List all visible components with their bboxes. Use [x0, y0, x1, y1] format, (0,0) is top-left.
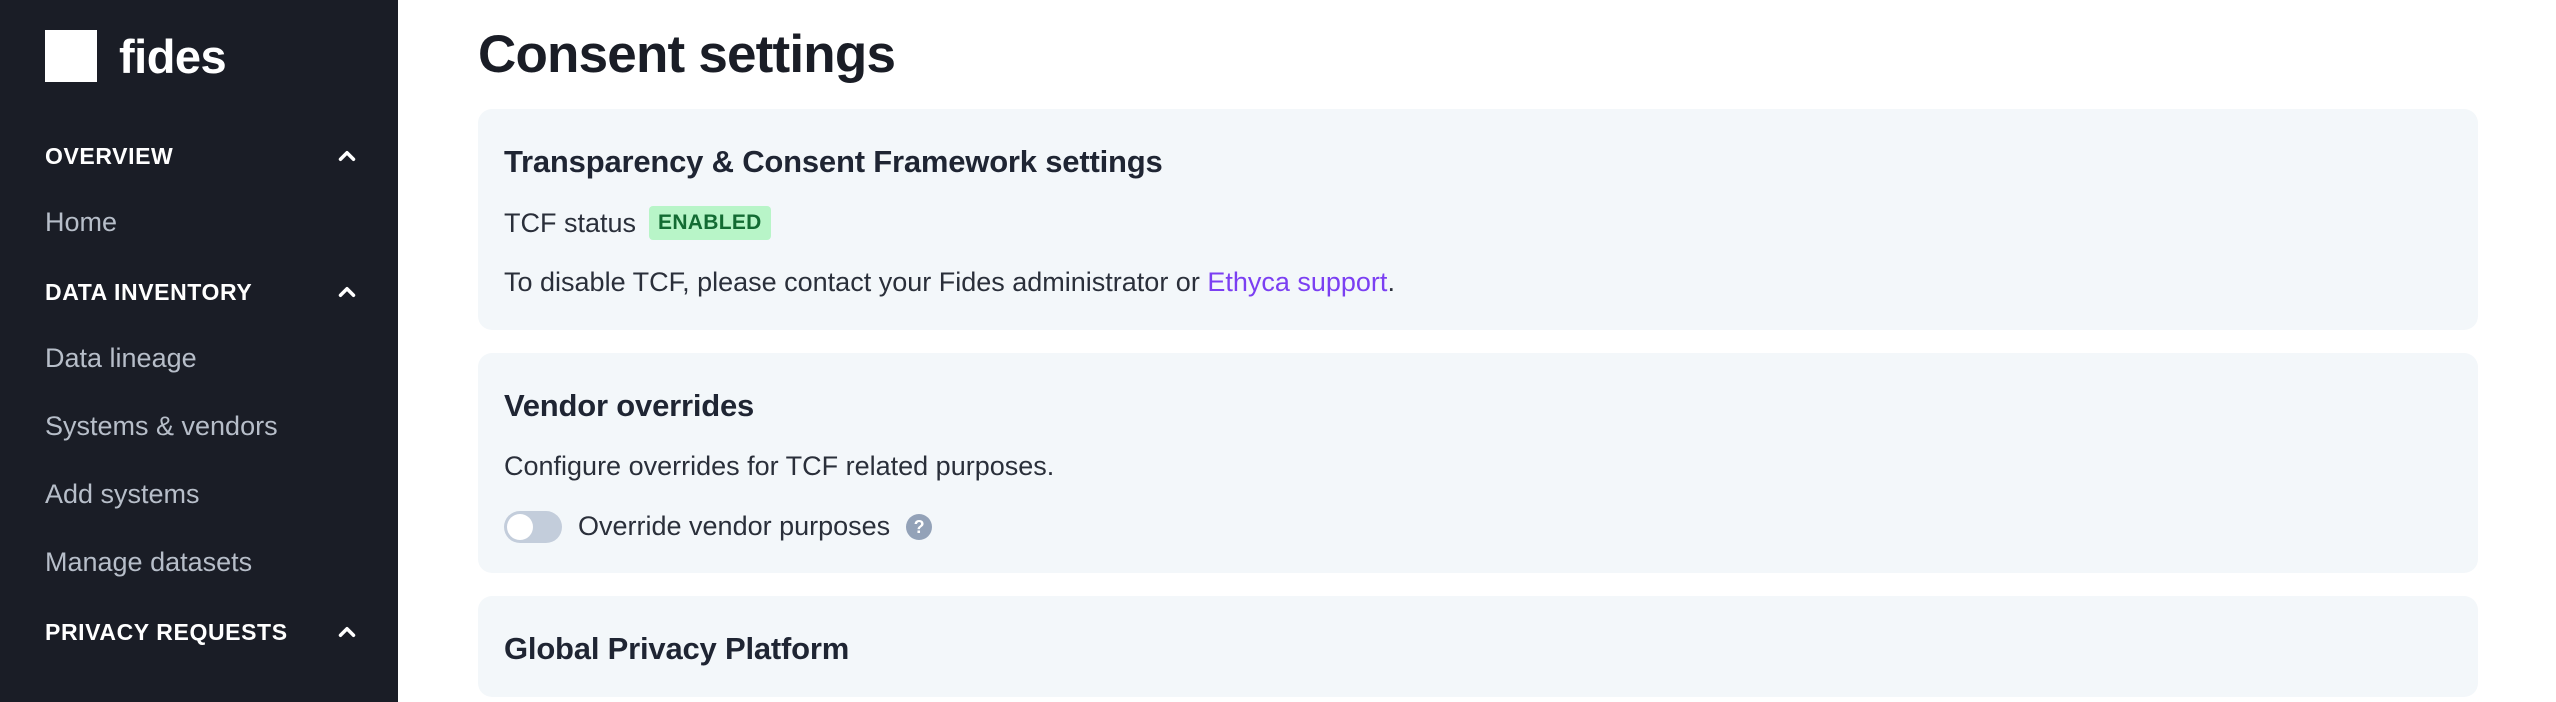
sidebar-item-label: Home [45, 206, 118, 237]
ethyca-support-link[interactable]: Ethyca support [1207, 267, 1387, 297]
sidebar-item-manage-datasets[interactable]: Manage datasets [0, 528, 398, 596]
card-tcf-settings: Transparency & Consent Framework setting… [478, 108, 2478, 330]
chevron-up-icon[interactable] [332, 277, 362, 307]
override-vendor-purposes-toggle[interactable] [504, 510, 562, 543]
chevron-up-icon[interactable] [332, 141, 362, 171]
app-root: fides OVERVIEW Home DATA INVENTORY Data … [0, 0, 2556, 702]
tcf-disable-note: To disable TCF, please contact your Fide… [504, 266, 2452, 300]
sidebar-group-data-inventory[interactable]: DATA INVENTORY [0, 270, 398, 314]
sidebar-group-title-overview: OVERVIEW [45, 142, 174, 169]
card-title-gpp: Global Privacy Platform [504, 630, 850, 666]
tcf-note-prefix: To disable TCF, please contact your Fide… [504, 267, 1208, 298]
vendor-overrides-description: Configure overrides for TCF related purp… [504, 451, 1055, 482]
tcf-status-row: TCF status ENABLED [504, 206, 2452, 241]
card-global-privacy-platform: Global Privacy Platform [478, 595, 2478, 697]
help-circle-icon[interactable]: ? [906, 513, 933, 540]
sidebar-item-data-lineage[interactable]: Data lineage [0, 324, 398, 392]
sidebar: fides OVERVIEW Home DATA INVENTORY Data … [0, 0, 398, 702]
status-badge: ENABLED [649, 206, 771, 241]
sidebar-item-label: Systems & vendors [45, 410, 278, 441]
card-title-tcf: Transparency & Consent Framework setting… [504, 143, 1163, 179]
override-vendor-purposes-row: Override vendor purposes ? [504, 510, 2452, 543]
sidebar-item-label: Add systems [45, 478, 200, 509]
logo-wordmark: fides [119, 29, 227, 83]
sidebar-group-title-data-inventory: DATA INVENTORY [45, 278, 253, 305]
sidebar-item-add-systems[interactable]: Add systems [0, 460, 398, 528]
card-vendor-overrides: Vendor overrides Configure overrides for… [478, 352, 2478, 573]
sidebar-group-privacy-requests[interactable]: PRIVACY REQUESTS [0, 610, 398, 654]
sidebar-nav: OVERVIEW Home DATA INVENTORY Data lineag… [0, 134, 398, 654]
sidebar-item-label: Manage datasets [45, 546, 253, 577]
tcf-note-suffix: . [1387, 267, 1395, 298]
override-vendor-purposes-label: Override vendor purposes [578, 511, 891, 542]
chevron-up-icon[interactable] [332, 617, 362, 647]
page-title: Consent settings [478, 25, 896, 84]
sidebar-group-overview[interactable]: OVERVIEW [0, 134, 398, 178]
sidebar-item-home[interactable]: Home [0, 188, 398, 256]
square-logo-mark-icon [45, 30, 97, 82]
toggle-knob [507, 513, 533, 540]
sidebar-item-systems-and-vendors[interactable]: Systems & vendors [0, 392, 398, 460]
app-logo[interactable]: fides [0, 0, 398, 82]
tcf-status-label: TCF status [504, 207, 637, 238]
card-title-vendor-overrides: Vendor overrides [504, 387, 755, 423]
sidebar-group-title-privacy-requests: PRIVACY REQUESTS [45, 618, 288, 645]
main-content: Consent settings Transparency & Consent … [398, 0, 2556, 702]
sidebar-item-label: Data lineage [45, 342, 197, 373]
